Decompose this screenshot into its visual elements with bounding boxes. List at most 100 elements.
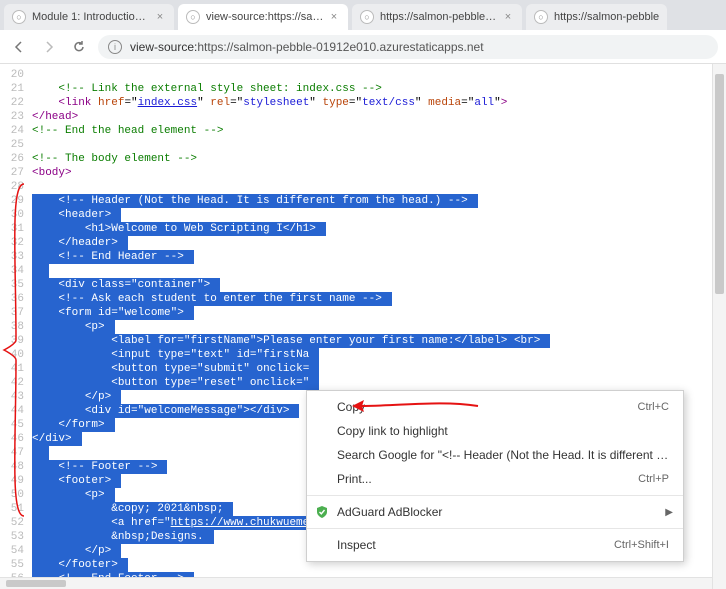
forward-button[interactable] bbox=[38, 36, 60, 58]
source-line[interactable]: 42 <button type="reset" onclick=" bbox=[0, 376, 726, 390]
line-code[interactable]: <input type="text" id="firstNa bbox=[32, 348, 319, 362]
line-code[interactable]: <h1>Welcome to Web Scripting I</h1> bbox=[32, 222, 326, 236]
line-code[interactable]: <label for="firstName">Please enter your… bbox=[32, 334, 550, 348]
line-code[interactable]: <p> bbox=[32, 320, 115, 334]
line-code[interactable]: <footer> bbox=[32, 474, 121, 488]
line-code[interactable]: </p> bbox=[32, 544, 121, 558]
line-code[interactable]: <link href="index.css" rel="stylesheet" … bbox=[32, 96, 517, 110]
source-line[interactable]: 24<!-- End the head element --> bbox=[0, 124, 726, 138]
scrollbar-thumb[interactable] bbox=[715, 74, 724, 294]
line-code[interactable]: <!-- End Header --> bbox=[32, 250, 194, 264]
line-code[interactable]: <!-- End the head element --> bbox=[32, 124, 233, 138]
close-icon[interactable]: × bbox=[154, 11, 166, 23]
address-bar[interactable]: i view-source:https://salmon-pebble-0191… bbox=[98, 35, 718, 59]
tab-1[interactable]: ○ view-source:https://salmon-pebb × bbox=[178, 4, 348, 30]
line-number: 41 bbox=[0, 362, 32, 376]
back-button[interactable] bbox=[8, 36, 30, 58]
line-code[interactable]: <div class="container"> bbox=[32, 278, 220, 292]
source-line[interactable]: 37 <form id="welcome"> bbox=[0, 306, 726, 320]
line-code[interactable]: </head> bbox=[32, 110, 88, 124]
line-number: 43 bbox=[0, 390, 32, 404]
line-code[interactable]: </footer> bbox=[32, 558, 128, 572]
line-number: 26 bbox=[0, 152, 32, 166]
source-line[interactable]: 27<body> bbox=[0, 166, 726, 180]
reload-button[interactable] bbox=[68, 36, 90, 58]
line-code[interactable]: </form> bbox=[32, 418, 115, 432]
source-line[interactable]: 32 </header> bbox=[0, 236, 726, 250]
context-menu-print[interactable]: Print... Ctrl+P bbox=[307, 467, 683, 491]
line-number: 51 bbox=[0, 502, 32, 516]
source-line[interactable]: 34 bbox=[0, 264, 726, 278]
line-number: 28 bbox=[0, 180, 32, 194]
context-menu-search[interactable]: Search Google for "<!-- Header (Not the … bbox=[307, 443, 683, 467]
line-code[interactable] bbox=[32, 264, 49, 278]
globe-icon: ○ bbox=[186, 10, 200, 24]
line-code[interactable]: &nbsp;Designs. bbox=[32, 530, 214, 544]
source-line[interactable]: 22 <link href="index.css" rel="styleshee… bbox=[0, 96, 726, 110]
line-code[interactable]: <header> bbox=[32, 208, 121, 222]
menu-label: Search Google for "<!-- Header (Not the … bbox=[337, 448, 669, 462]
horizontal-scrollbar[interactable] bbox=[0, 577, 712, 589]
source-line[interactable]: 39 <label for="firstName">Please enter y… bbox=[0, 334, 726, 348]
line-code[interactable]: <p> bbox=[32, 488, 115, 502]
source-line[interactable]: 21 <!-- Link the external style sheet: i… bbox=[0, 82, 726, 96]
source-line[interactable]: 29 <!-- Header (Not the Head. It is diff… bbox=[0, 194, 726, 208]
context-menu-copy-link-highlight[interactable]: Copy link to highlight bbox=[307, 419, 683, 443]
line-number: 20 bbox=[0, 68, 32, 82]
tab-3[interactable]: ○ https://salmon-pebble bbox=[526, 4, 667, 30]
line-code[interactable] bbox=[32, 180, 49, 194]
source-line[interactable]: 40 <input type="text" id="firstNa bbox=[0, 348, 726, 362]
line-code[interactable]: <!-- Footer --> bbox=[32, 460, 167, 474]
line-code[interactable]: <form id="welcome"> bbox=[32, 306, 194, 320]
line-code[interactable]: <!-- Ask each student to enter the first… bbox=[32, 292, 392, 306]
globe-icon: ○ bbox=[12, 10, 26, 24]
source-line[interactable]: 35 <div class="container"> bbox=[0, 278, 726, 292]
source-line[interactable]: 41 <button type="submit" onclick= bbox=[0, 362, 726, 376]
line-number: 32 bbox=[0, 236, 32, 250]
line-code[interactable]: <div id="welcomeMessage"></div> bbox=[32, 404, 299, 418]
line-code[interactable] bbox=[32, 446, 49, 460]
source-line[interactable]: 25 bbox=[0, 138, 726, 152]
line-code[interactable]: </div> bbox=[32, 432, 82, 446]
tab-2[interactable]: ○ https://salmon-pebble-01912e01 × bbox=[352, 4, 522, 30]
context-menu-inspect[interactable]: Inspect Ctrl+Shift+I bbox=[307, 533, 683, 557]
line-number: 55 bbox=[0, 558, 32, 572]
line-number: 40 bbox=[0, 348, 32, 362]
source-line[interactable]: 38 <p> bbox=[0, 320, 726, 334]
line-number: 34 bbox=[0, 264, 32, 278]
source-line[interactable]: 31 <h1>Welcome to Web Scripting I</h1> bbox=[0, 222, 726, 236]
context-menu-adguard[interactable]: AdGuard AdBlocker ▶ bbox=[307, 500, 683, 524]
line-code[interactable]: <!-- Header (Not the Head. It is differe… bbox=[32, 194, 478, 208]
close-icon[interactable]: × bbox=[502, 11, 514, 23]
source-line[interactable]: 36 <!-- Ask each student to enter the fi… bbox=[0, 292, 726, 306]
line-code[interactable]: <!-- Link the external style sheet: inde… bbox=[32, 82, 392, 96]
globe-icon: ○ bbox=[360, 10, 374, 24]
source-line[interactable]: 28 bbox=[0, 180, 726, 194]
line-code[interactable]: <button type="reset" onclick=" bbox=[32, 376, 319, 390]
vertical-scrollbar[interactable] bbox=[712, 64, 726, 589]
menu-separator bbox=[307, 528, 683, 529]
context-menu: Copy Ctrl+C Copy link to highlight Searc… bbox=[306, 390, 684, 562]
line-code[interactable]: </header> bbox=[32, 236, 128, 250]
line-code[interactable]: <!-- The body element --> bbox=[32, 152, 207, 166]
context-menu-copy[interactable]: Copy Ctrl+C bbox=[307, 395, 683, 419]
source-line[interactable]: 26<!-- The body element --> bbox=[0, 152, 726, 166]
line-number: 21 bbox=[0, 82, 32, 96]
tab-0[interactable]: ○ Module 1: Introduction to JavaSc × bbox=[4, 4, 174, 30]
tab-label: view-source:https://salmon-pebb bbox=[206, 11, 324, 23]
scrollbar-thumb[interactable] bbox=[6, 580, 66, 587]
line-code[interactable]: </p> bbox=[32, 390, 121, 404]
source-line[interactable]: 30 <header> bbox=[0, 208, 726, 222]
source-line[interactable]: 33 <!-- End Header --> bbox=[0, 250, 726, 264]
line-code[interactable]: <button type="submit" onclick= bbox=[32, 362, 319, 376]
tab-label: Module 1: Introduction to JavaSc bbox=[32, 11, 150, 23]
source-line[interactable]: 20 bbox=[0, 68, 726, 82]
line-code[interactable] bbox=[32, 68, 49, 82]
site-info-icon[interactable]: i bbox=[108, 40, 122, 54]
line-code[interactable]: <body> bbox=[32, 166, 82, 180]
source-line[interactable]: 23</head> bbox=[0, 110, 726, 124]
close-icon[interactable]: × bbox=[328, 11, 340, 23]
line-code[interactable]: &copy; 2021&nbsp; bbox=[32, 502, 233, 516]
line-code[interactable] bbox=[32, 138, 49, 152]
menu-label: Copy link to highlight bbox=[337, 424, 448, 438]
